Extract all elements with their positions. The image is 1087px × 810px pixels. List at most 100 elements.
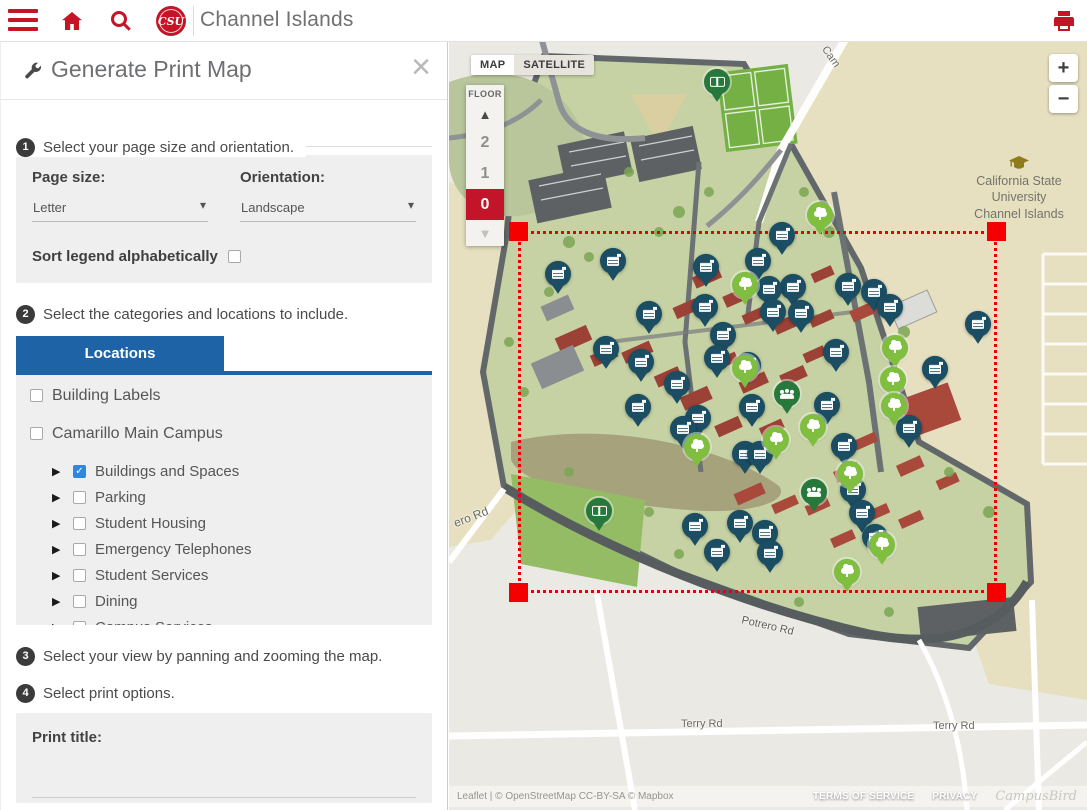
privacy-link[interactable]: PRIVACY <box>932 791 977 802</box>
building-marker[interactable] <box>593 336 619 362</box>
expand-arrow-icon[interactable]: ▶ <box>52 491 64 504</box>
tree-marker[interactable] <box>834 559 860 585</box>
selection-handle[interactable] <box>987 222 1006 241</box>
expand-arrow-icon[interactable]: ▶ <box>52 621 64 625</box>
building-icon <box>752 256 764 265</box>
building-marker[interactable] <box>788 300 814 326</box>
building-marker[interactable] <box>636 301 662 327</box>
building-marker[interactable] <box>769 222 795 248</box>
building-marker[interactable] <box>757 540 783 566</box>
print-title-input[interactable] <box>32 776 416 798</box>
expand-arrow-icon[interactable]: ▶ <box>52 543 64 556</box>
building-icon <box>699 302 711 311</box>
home-icon[interactable] <box>60 9 84 33</box>
people-icon <box>780 389 794 399</box>
building-icon <box>763 284 775 293</box>
floor-down-icon[interactable]: ▼ <box>466 220 504 246</box>
floor-level-0[interactable]: 0 <box>466 189 504 220</box>
tree-marker[interactable] <box>732 355 758 381</box>
orientation-select[interactable]: Landscape ▾ <box>240 198 416 222</box>
checkbox[interactable]: ✓ <box>73 465 86 478</box>
checkbox[interactable] <box>73 543 86 556</box>
building-marker[interactable] <box>600 248 626 274</box>
checkbox[interactable] <box>73 595 86 608</box>
checkbox[interactable] <box>73 491 86 504</box>
selection-handle[interactable] <box>509 222 528 241</box>
checkbox[interactable] <box>73 569 86 582</box>
attribution-bar: Leaflet | © OpenStreetMap CC-BY-SA © Map… <box>449 786 1087 807</box>
sort-legend-checkbox[interactable] <box>228 250 241 263</box>
tree-marker[interactable] <box>807 202 833 228</box>
menu-icon[interactable] <box>8 9 38 33</box>
terms-of-service-link[interactable]: TERMS OF SERVICE <box>813 791 914 802</box>
building-marker[interactable] <box>625 394 651 420</box>
building-marker[interactable] <box>849 500 875 526</box>
building-marker[interactable] <box>756 276 782 302</box>
print-icon[interactable] <box>1052 9 1076 33</box>
page-size-select[interactable]: Letter ▾ <box>32 198 208 222</box>
building-marker[interactable] <box>745 248 771 274</box>
building-marker[interactable] <box>704 539 730 565</box>
building-marker[interactable] <box>628 349 654 375</box>
expand-arrow-icon[interactable]: ▶ <box>52 569 64 582</box>
building-marker[interactable] <box>922 356 948 382</box>
tree-marker[interactable] <box>881 393 907 419</box>
tree-icon <box>889 344 902 350</box>
building-marker[interactable] <box>545 261 571 287</box>
checkbox[interactable] <box>73 517 86 530</box>
building-marker[interactable] <box>780 274 806 300</box>
people-icon <box>807 487 821 497</box>
building-marker[interactable] <box>710 322 736 348</box>
tree-marker[interactable] <box>684 434 710 460</box>
building-marker[interactable] <box>693 254 719 280</box>
building-marker[interactable] <box>823 339 849 365</box>
building-icon <box>677 424 689 433</box>
building-marker[interactable] <box>835 273 861 299</box>
building-marker[interactable] <box>682 513 708 539</box>
csu-logo[interactable]: CSU <box>156 6 186 36</box>
tree-marker[interactable] <box>732 272 758 298</box>
building-marker[interactable] <box>877 294 903 320</box>
building-marker[interactable] <box>965 311 991 337</box>
tree-icon <box>807 423 820 429</box>
checkbox[interactable] <box>30 427 43 440</box>
tree-marker[interactable] <box>880 367 906 393</box>
building-marker[interactable] <box>704 345 730 371</box>
sports-field-marker[interactable] <box>586 498 612 524</box>
floor-up-icon[interactable]: ▲ <box>466 101 504 127</box>
sports-field-marker[interactable] <box>704 69 730 95</box>
people-marker[interactable] <box>774 381 800 407</box>
search-icon[interactable] <box>109 9 133 33</box>
building-marker[interactable] <box>727 510 753 536</box>
map-canvas[interactable]: Cam ero Rd Potrero Rd Terry Rd Terry Rd … <box>449 42 1087 810</box>
building-icon <box>643 309 655 318</box>
floor-level-2[interactable]: 2 <box>466 127 504 158</box>
building-marker[interactable] <box>760 299 786 325</box>
building-marker[interactable] <box>664 371 690 397</box>
building-marker[interactable] <box>831 433 857 459</box>
checkbox[interactable] <box>30 389 43 402</box>
expand-arrow-icon[interactable]: ▶ <box>52 517 64 530</box>
checkbox[interactable] <box>73 621 86 625</box>
zoom-in-button[interactable]: + <box>1049 54 1078 82</box>
tree-item-label: Emergency Telephones <box>95 541 252 558</box>
tree-marker[interactable] <box>763 427 789 453</box>
selection-handle[interactable] <box>509 583 528 602</box>
building-marker[interactable] <box>692 294 718 320</box>
floor-level-1[interactable]: 1 <box>466 158 504 189</box>
tree-marker[interactable] <box>837 461 863 487</box>
tree-marker[interactable] <box>869 532 895 558</box>
expand-arrow-icon[interactable]: ▶ <box>52 465 64 478</box>
tree-marker[interactable] <box>882 335 908 361</box>
tab-satellite[interactable]: SATELLITE <box>514 55 594 75</box>
tree-marker[interactable] <box>800 414 826 440</box>
zoom-out-button[interactable]: − <box>1049 85 1078 113</box>
tab-map[interactable]: MAP <box>471 55 514 75</box>
close-icon[interactable]: × <box>411 50 431 84</box>
selection-handle[interactable] <box>987 583 1006 602</box>
expand-arrow-icon[interactable]: ▶ <box>52 595 64 608</box>
list-item: Camarillo Main Campus <box>30 425 418 443</box>
building-marker[interactable] <box>739 394 765 420</box>
people-marker[interactable] <box>801 479 827 505</box>
tab-locations[interactable]: Locations <box>16 336 224 371</box>
